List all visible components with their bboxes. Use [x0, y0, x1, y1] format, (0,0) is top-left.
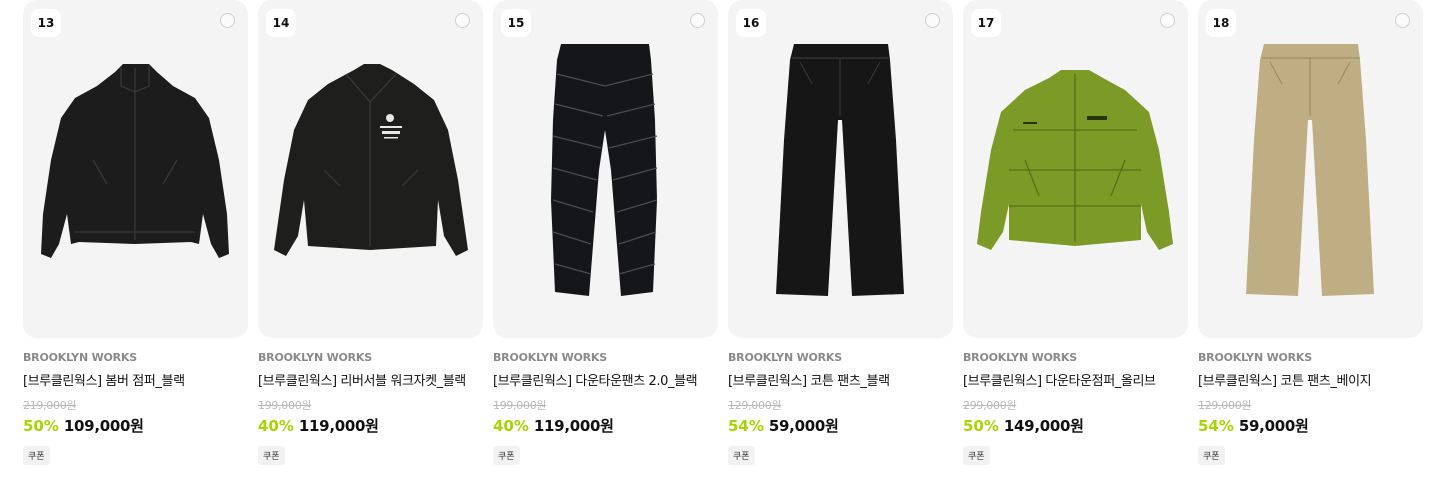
coupon-badge: 쿠폰 — [493, 446, 520, 465]
product-name[interactable]: [브루클린웍스] 다운타운점퍼_올리브 — [963, 370, 1188, 389]
rank-badge: 15 — [501, 9, 531, 37]
product-name[interactable]: [브루클린웍스] 봄버 점퍼_블랙 — [23, 370, 248, 389]
product-card[interactable]: 18 BROOKLYN WORKS [브루클린웍스] 코튼 팬츠_베이지 129… — [1198, 0, 1423, 465]
rank-badge: 17 — [971, 9, 1001, 37]
select-checkbox[interactable] — [925, 13, 940, 28]
olive-puffer-jacket-image — [977, 70, 1173, 250]
coupon-badge: 쿠폰 — [1198, 446, 1225, 465]
sale-price: 59,000원 — [1238, 417, 1309, 435]
black-cotton-pants-image — [776, 44, 904, 296]
original-price: 129,000원 — [728, 399, 782, 412]
select-checkbox[interactable] — [220, 13, 235, 28]
product-name[interactable]: [브루클린웍스] 다운타운팬츠 2.0_블랙 — [493, 370, 718, 389]
price-row: 50% 109,000원 — [23, 415, 248, 436]
price-row: 40% 119,000원 — [258, 415, 483, 436]
brand-name[interactable]: BROOKLYN WORKS — [23, 351, 248, 364]
discount-rate: 40% — [258, 417, 294, 435]
discount-rate: 40% — [493, 417, 529, 435]
sale-price: 59,000원 — [768, 417, 839, 435]
product-card[interactable]: 14 BROOKLYN WORKS [브루클린웍스] 리버서블 워크자켓_블랙 … — [258, 0, 483, 465]
beige-cotton-pants-image — [1246, 44, 1374, 296]
product-image[interactable]: 14 — [258, 0, 483, 338]
brand-name[interactable]: BROOKLYN WORKS — [258, 351, 483, 364]
price-row: 54% 59,000원 — [1198, 415, 1423, 436]
coupon-badge: 쿠폰 — [258, 446, 285, 465]
sale-price: 149,000원 — [1003, 417, 1084, 435]
black-bomber-jacket-image — [41, 64, 229, 258]
product-image[interactable]: 17 — [963, 0, 1188, 338]
select-checkbox[interactable] — [455, 13, 470, 28]
brand-name[interactable]: BROOKLYN WORKS — [493, 351, 718, 364]
product-image[interactable]: 15 — [493, 0, 718, 338]
select-checkbox[interactable] — [1395, 13, 1410, 28]
rank-badge: 16 — [736, 9, 766, 37]
original-price: 219,000원 — [23, 399, 77, 412]
product-card[interactable]: 15 BROOKLYN WORKS [브루클린웍스] 다운타운팬츠 2.0_블랙… — [493, 0, 718, 465]
brand-name[interactable]: BROOKLYN WORKS — [728, 351, 953, 364]
product-card[interactable]: 13 BROOKLYN WORKS [브루클린웍스] 봄버 점퍼_블랙 219,… — [23, 0, 248, 465]
discount-rate: 54% — [728, 417, 764, 435]
product-name[interactable]: [브루클린웍스] 리버서블 워크자켓_블랙 — [258, 370, 483, 389]
product-name[interactable]: [브루클린웍스] 코튼 팬츠_블랙 — [728, 370, 953, 389]
price-row: 50% 149,000원 — [963, 415, 1188, 436]
sale-price: 119,000원 — [298, 417, 379, 435]
product-card[interactable]: 16 BROOKLYN WORKS [브루클린웍스] 코튼 팬츠_블랙 129,… — [728, 0, 953, 465]
product-name[interactable]: [브루클린웍스] 코튼 팬츠_베이지 — [1198, 370, 1423, 389]
brand-name[interactable]: BROOKLYN WORKS — [1198, 351, 1423, 364]
price-row: 40% 119,000원 — [493, 415, 718, 436]
coupon-badge: 쿠폰 — [963, 446, 990, 465]
rank-badge: 18 — [1206, 9, 1236, 37]
black-down-pants-image — [551, 44, 658, 296]
product-card[interactable]: 17 BROOKLYN WORKS [브루클린웍스] 다운타운점퍼_올리브 29… — [963, 0, 1188, 465]
coupon-badge: 쿠폰 — [23, 446, 50, 465]
original-price: 129,000원 — [1198, 399, 1252, 412]
sale-price: 109,000원 — [63, 417, 144, 435]
discount-rate: 50% — [963, 417, 999, 435]
discount-rate: 50% — [23, 417, 59, 435]
rank-badge: 14 — [266, 9, 296, 37]
rank-badge: 13 — [31, 9, 61, 37]
discount-rate: 54% — [1198, 417, 1234, 435]
coupon-badge: 쿠폰 — [728, 446, 755, 465]
product-image[interactable]: 18 — [1198, 0, 1423, 338]
select-checkbox[interactable] — [1160, 13, 1175, 28]
product-image[interactable]: 16 — [728, 0, 953, 338]
product-image[interactable]: 13 — [23, 0, 248, 338]
sale-price: 119,000원 — [533, 417, 614, 435]
price-row: 54% 59,000원 — [728, 415, 953, 436]
original-price: 299,000원 — [963, 399, 1017, 412]
product-grid: 13 BROOKLYN WORKS [브루클린웍스] 봄버 점퍼_블랙 219,… — [23, 0, 1423, 465]
original-price: 199,000원 — [258, 399, 312, 412]
brand-name[interactable]: BROOKLYN WORKS — [963, 351, 1188, 364]
original-price: 199,000원 — [493, 399, 547, 412]
select-checkbox[interactable] — [690, 13, 705, 28]
black-work-jacket-image — [274, 64, 468, 256]
